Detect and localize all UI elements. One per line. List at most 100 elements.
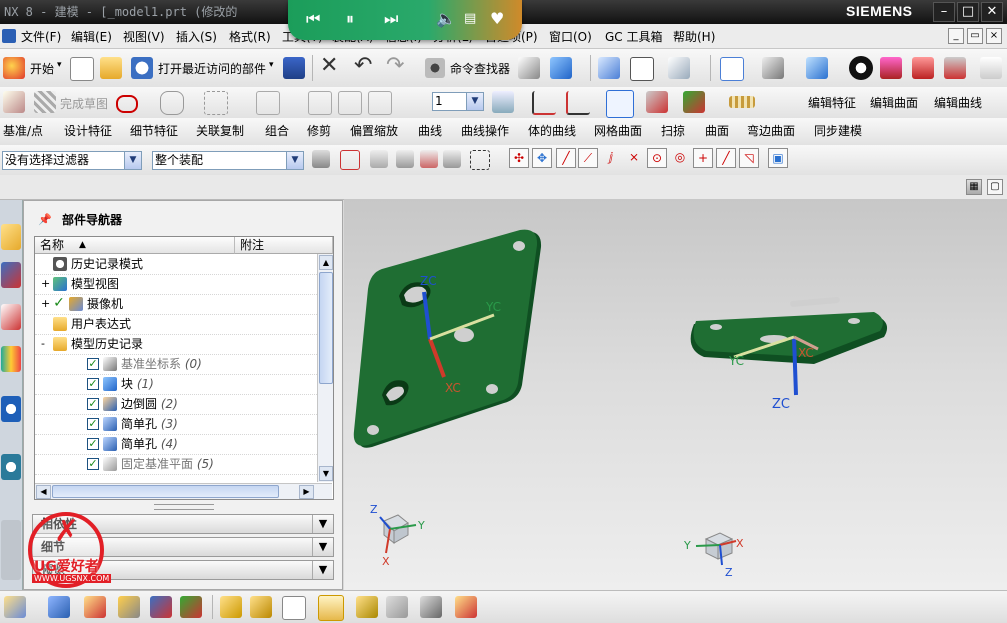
control-point-icon[interactable]: ⅉ <box>601 148 621 168</box>
section-view-icon[interactable] <box>912 57 934 79</box>
menu-help[interactable]: 帮助(H) <box>673 28 715 45</box>
block-shaded-icon[interactable] <box>550 57 572 79</box>
profile-icon[interactable] <box>116 95 138 113</box>
product-interface-icon[interactable] <box>420 596 442 618</box>
menu-gc-toolbox[interactable]: GC 工具箱 <box>605 28 663 45</box>
scroll-thumb[interactable] <box>319 272 333 384</box>
snap-view-icon[interactable] <box>720 57 744 81</box>
tree-row[interactable]: - 模型历史记录 <box>35 334 317 355</box>
tree-row[interactable]: ✓ 简单孔 (4) <box>35 434 317 455</box>
plate-part-isometric[interactable] <box>353 229 542 448</box>
menu-file[interactable]: 文件(F) <box>21 28 61 45</box>
curve-rule-icon[interactable] <box>370 150 388 168</box>
offset-scale-menu[interactable]: 偏置缩放 <box>350 122 398 139</box>
start-icon[interactable] <box>3 57 25 79</box>
shaded-icon[interactable] <box>806 57 828 79</box>
menu-format[interactable]: 格式(R) <box>229 28 271 45</box>
open-folder-icon[interactable] <box>100 57 122 79</box>
history-icon[interactable] <box>1 454 21 480</box>
face-analysis-icon[interactable] <box>880 57 902 79</box>
surface-menu[interactable]: 曲面 <box>705 122 729 139</box>
finish-sketch-button[interactable]: 完成草图 <box>60 95 108 112</box>
dimension-icon[interactable] <box>308 91 332 115</box>
visibility-checkbox[interactable]: ✓ <box>87 458 99 470</box>
array-component-icon[interactable] <box>118 596 140 618</box>
overflow-icon[interactable] <box>980 57 1002 79</box>
doc-close-button[interactable]: × <box>986 28 1002 44</box>
intent-icon[interactable] <box>420 150 438 168</box>
intersection-icon[interactable]: ⨯ <box>624 148 644 168</box>
tree-row[interactable]: 用户表达式 <box>35 314 317 335</box>
scroll-down-icon[interactable]: ▼ <box>319 466 333 481</box>
expand-toggle-icon[interactable]: + <box>41 274 50 294</box>
tree-row[interactable]: + ✓ 摄像机 <box>35 294 317 315</box>
trim-menu[interactable]: 修剪 <box>307 122 331 139</box>
tree-row[interactable]: ✓ 边倒圆 (2) <box>35 394 317 415</box>
visibility-checkbox[interactable]: ✓ <box>87 358 99 370</box>
edit-section-icon[interactable] <box>944 57 966 79</box>
graphics-window[interactable]: ZC YC XC YC XC ZC Z Y X Y X Z <box>344 199 1007 590</box>
cut-delete-icon[interactable]: ✕ <box>320 53 338 78</box>
sweep-menu[interactable]: 扫掠 <box>661 122 685 139</box>
edit-surface-menu[interactable]: 编辑曲面 <box>870 94 918 111</box>
tree-vertical-scrollbar[interactable]: ▲ ▼ <box>317 254 333 482</box>
layer-select[interactable]: 1 ▼ <box>432 92 484 111</box>
start-button[interactable]: 开始 <box>30 60 54 77</box>
snap-all-icon[interactable]: ✣ <box>509 148 529 168</box>
detail-feature-menu[interactable]: 细节特征 <box>130 122 178 139</box>
visibility-checkbox[interactable]: ✓ <box>87 378 99 390</box>
measure-icon[interactable] <box>646 91 668 113</box>
finish-sketch-icon[interactable] <box>34 91 56 113</box>
info-filter-icon[interactable] <box>668 57 690 79</box>
doc-restore-button[interactable]: ▭ <box>967 28 983 44</box>
splitter-handle[interactable] <box>154 504 214 510</box>
show-constraints-icon[interactable] <box>250 596 272 618</box>
edit-curve-menu[interactable]: 编辑曲线 <box>934 94 982 111</box>
sketch-icon[interactable] <box>3 91 25 113</box>
playlist-icon[interactable]: ▤ <box>464 11 476 26</box>
visibility-checkbox[interactable]: ✓ <box>87 438 99 450</box>
expand-toggle-icon[interactable]: + <box>41 294 50 314</box>
offset-curve-icon[interactable] <box>160 91 184 115</box>
menu-window[interactable]: 窗口(O) <box>549 28 592 45</box>
ruler-icon[interactable] <box>729 96 755 108</box>
datum-point-menu[interactable]: 基准/点 <box>3 122 43 139</box>
heart-icon[interactable]: ♥ <box>490 9 504 28</box>
csys-display-icon[interactable] <box>518 57 540 79</box>
maximize-button[interactable]: □ <box>957 2 979 22</box>
assembly-filter-icon[interactable] <box>312 150 330 168</box>
selection-filter-select[interactable]: 没有选择过滤器 ▼ <box>2 151 142 170</box>
redo-icon[interactable]: ↷ <box>386 53 404 78</box>
remember-constraints-icon[interactable] <box>282 596 306 620</box>
select-tangent-icon[interactable] <box>443 150 461 168</box>
tree-horizontal-scrollbar[interactable]: ◀ ▶ <box>35 483 332 499</box>
point-on-face-icon[interactable]: ◹ <box>739 148 759 168</box>
assembly-icon[interactable] <box>4 596 26 618</box>
visibility-checkbox[interactable]: ✓ <box>87 398 99 410</box>
part-navigator-icon[interactable] <box>1 304 21 330</box>
existing-point-icon[interactable]: + <box>693 148 713 168</box>
assembly-navigator-icon[interactable] <box>1 224 21 250</box>
volume-icon[interactable]: 🔈 <box>436 9 456 28</box>
clearance-analysis-icon[interactable] <box>455 596 477 618</box>
reuse-library-icon[interactable] <box>1 346 21 372</box>
feature-select-icon[interactable] <box>340 150 360 170</box>
lighting-icon[interactable] <box>849 56 873 80</box>
angle-dimension-icon[interactable] <box>338 91 362 115</box>
scroll-left-icon[interactable]: ◀ <box>36 485 51 499</box>
menu-view[interactable]: 视图(V) <box>123 28 165 45</box>
recent-parts-icon[interactable] <box>131 57 153 79</box>
command-finder-button[interactable]: 命令查找器 <box>450 60 510 77</box>
snap-off-icon[interactable]: ✥ <box>532 148 552 168</box>
plate-part-front[interactable] <box>690 296 888 396</box>
doc-minimize-button[interactable]: _ <box>948 28 964 44</box>
transform-icon[interactable] <box>683 91 705 113</box>
new-component-icon[interactable] <box>84 596 106 618</box>
scroll-right-icon[interactable]: ▶ <box>299 485 314 499</box>
wcs-dynamic-icon[interactable] <box>606 90 634 118</box>
command-finder-icon[interactable] <box>425 58 445 78</box>
body-curve-menu[interactable]: 体的曲线 <box>528 122 576 139</box>
recent-parts-button[interactable]: 打开最近访问的部件 <box>158 60 266 77</box>
design-feature-menu[interactable]: 设计特征 <box>64 122 112 139</box>
edit-feature-menu[interactable]: 编辑特征 <box>808 94 856 111</box>
